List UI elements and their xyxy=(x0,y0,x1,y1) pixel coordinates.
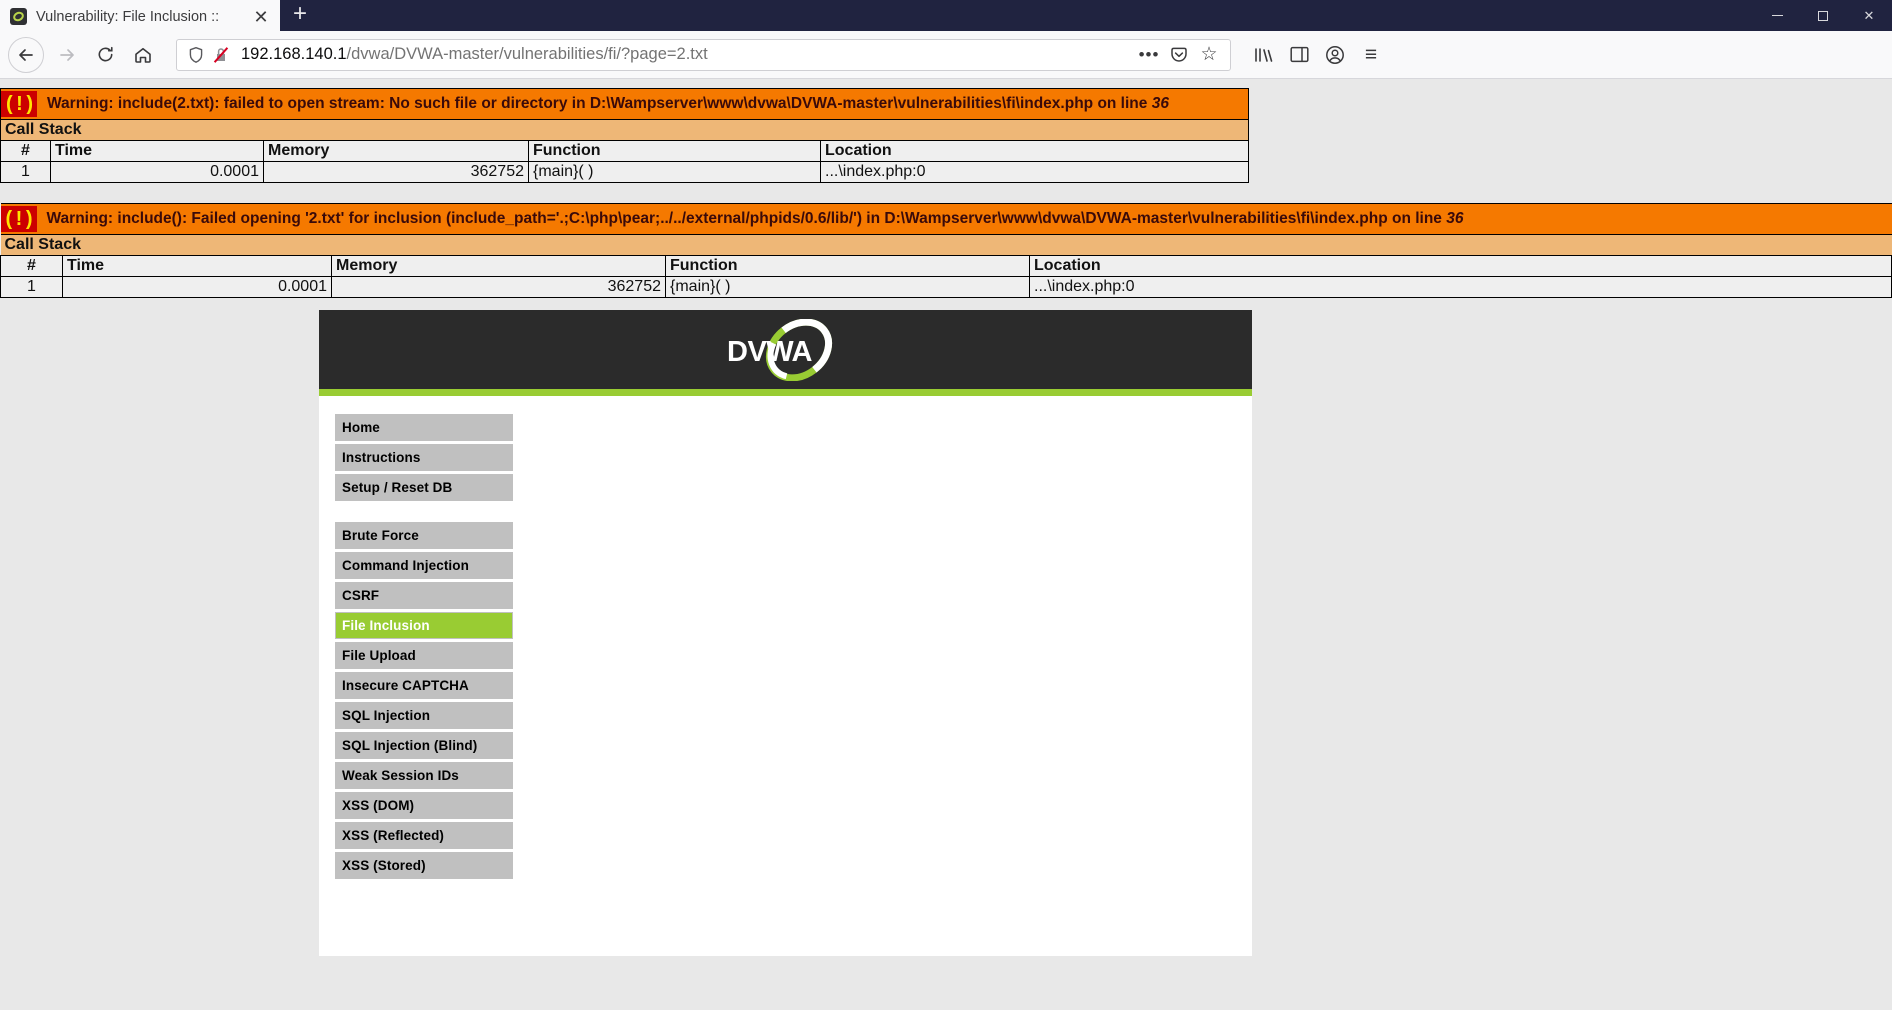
minimize-icon[interactable] xyxy=(1754,0,1800,31)
table-header-row-2: # Time Memory Function Location xyxy=(0,255,1892,277)
table-row: 1 0.0001 362752 {main}( ) ...\index.php:… xyxy=(0,161,1249,183)
tracking-protection-shield-icon[interactable] xyxy=(187,46,205,64)
sidebar-item-setup-reset-db[interactable]: Setup / Reset DB xyxy=(335,474,513,501)
warning-message-2: Warning: include(): Failed opening '2.tx… xyxy=(46,210,1447,228)
url-text[interactable]: 192.168.140.1/dvwa/DVWA-master/vulnerabi… xyxy=(241,45,1134,64)
nav-divider xyxy=(335,504,513,522)
sidebar-item-home[interactable]: Home xyxy=(335,414,513,441)
dvwa-header: DVWA xyxy=(319,310,1252,396)
warning-message-1: Warning: include(2.txt): failed to open … xyxy=(47,95,1152,113)
svg-text:DVWA: DVWA xyxy=(727,336,813,368)
table-header-row-1: # Time Memory Function Location xyxy=(0,140,1249,162)
maximize-icon[interactable] xyxy=(1800,0,1846,31)
col-location-2: Location xyxy=(1029,255,1892,277)
forward-icon xyxy=(48,36,86,74)
call-stack-label-row-1: Call Stack xyxy=(0,119,1249,141)
cell-time: 0.0001 xyxy=(62,276,332,298)
sidebar-item-file-inclusion[interactable]: File Inclusion xyxy=(335,612,513,639)
close-icon[interactable]: ✕ xyxy=(248,4,274,30)
cell-memory: 362752 xyxy=(331,276,666,298)
sidebars-icon[interactable] xyxy=(1281,37,1317,73)
sidebar-item-xss-stored[interactable]: XSS (Stored) xyxy=(335,852,513,879)
col-time-1: Time xyxy=(50,140,264,162)
col-memory-2: Memory xyxy=(331,255,666,277)
bookmark-star-icon[interactable]: ☆ xyxy=(1194,40,1224,70)
cell-function: {main}( ) xyxy=(665,276,1030,298)
cell-num: 1 xyxy=(0,161,51,183)
library-icon[interactable] xyxy=(1245,37,1281,73)
col-function-2: Function xyxy=(665,255,1030,277)
app-menu-icon[interactable]: ≡ xyxy=(1353,37,1389,73)
browser-window: Vulnerability: File Inclusion :: ✕ + ✕ 1… xyxy=(0,0,1892,1010)
cell-location: ...\index.php:0 xyxy=(1029,276,1892,298)
tab-strip: Vulnerability: File Inclusion :: ✕ + ✕ xyxy=(0,0,1892,31)
col-memory-1: Memory xyxy=(263,140,529,162)
sidebar-item-command-injection[interactable]: Command Injection xyxy=(335,552,513,579)
xdebug-warning-1: ( ! ) Warning: include(2.txt): failed to … xyxy=(0,88,1249,183)
nav-group-vulnerabilities: Brute Force Command Injection CSRF File … xyxy=(335,522,513,879)
reload-icon[interactable] xyxy=(86,36,124,74)
window-controls: ✕ xyxy=(1754,0,1892,31)
dvwa-logo-icon: DVWA xyxy=(711,318,861,381)
sidebar-item-brute-force[interactable]: Brute Force xyxy=(335,522,513,549)
table-row: 1 0.0001 362752 {main}( ) ...\index.php:… xyxy=(0,276,1892,298)
sidebar-item-sql-injection-blind[interactable]: SQL Injection (Blind) xyxy=(335,732,513,759)
call-stack-label-2: Call Stack xyxy=(0,234,1892,256)
cell-function: {main}( ) xyxy=(528,161,821,183)
tab-title: Vulnerability: File Inclusion :: xyxy=(36,8,220,25)
warning-title-row-1: ( ! ) Warning: include(2.txt): failed to … xyxy=(0,88,1249,120)
col-function-1: Function xyxy=(528,140,821,162)
sidebar-item-instructions[interactable]: Instructions xyxy=(335,444,513,471)
col-time-2: Time xyxy=(62,255,332,277)
pocket-icon[interactable] xyxy=(1164,40,1194,70)
url-host: 192.168.140.1 xyxy=(241,45,347,63)
page-content: DVWA Home Instructions Setup / Reset DB … xyxy=(0,80,1892,1010)
tab-vulnerability-file-inclusion[interactable]: Vulnerability: File Inclusion :: ✕ xyxy=(0,0,280,31)
url-path: /dvwa/DVWA-master/vulnerabilities/fi/?pa… xyxy=(346,45,708,63)
warning-bang-icon: ( ! ) xyxy=(1,91,37,117)
cell-time: 0.0001 xyxy=(50,161,264,183)
warning-title-row-2: ( ! ) Warning: include(): Failed opening … xyxy=(0,203,1892,235)
call-stack-label-row-2: Call Stack xyxy=(0,234,1892,256)
nav-group-main: Home Instructions Setup / Reset DB xyxy=(335,414,513,501)
sidebar-item-xss-reflected[interactable]: XSS (Reflected) xyxy=(335,822,513,849)
cell-location: ...\index.php:0 xyxy=(820,161,1249,183)
col-num-1: # xyxy=(0,140,51,162)
col-num-2: # xyxy=(0,255,63,277)
sidebar-item-xss-dom[interactable]: XSS (DOM) xyxy=(335,792,513,819)
dvwa-body: Home Instructions Setup / Reset DB Brute… xyxy=(319,396,1252,956)
address-bar-actions: ••• ☆ xyxy=(1134,40,1224,70)
warning-line-1: 36 xyxy=(1151,95,1169,113)
dvwa-sidebar-nav: Home Instructions Setup / Reset DB Brute… xyxy=(335,414,513,879)
broken-lock-icon[interactable] xyxy=(211,45,231,65)
warning-line-2: 36 xyxy=(1446,210,1464,228)
cell-num: 1 xyxy=(0,276,63,298)
address-bar[interactable]: 192.168.140.1/dvwa/DVWA-master/vulnerabi… xyxy=(176,38,1231,71)
new-tab-button[interactable]: + xyxy=(280,0,320,31)
warning-bang-icon: ( ! ) xyxy=(0,206,37,232)
sidebar-item-weak-session-ids[interactable]: Weak Session IDs xyxy=(335,762,513,789)
account-icon[interactable] xyxy=(1317,37,1353,73)
sidebar-item-file-upload[interactable]: File Upload xyxy=(335,642,513,669)
sidebar-item-csrf[interactable]: CSRF xyxy=(335,582,513,609)
dvwa-site: DVWA Home Instructions Setup / Reset DB … xyxy=(319,310,1252,956)
home-icon[interactable] xyxy=(124,36,162,74)
close-window-icon[interactable]: ✕ xyxy=(1846,0,1892,31)
back-icon[interactable] xyxy=(8,36,44,73)
page-actions-icon[interactable]: ••• xyxy=(1134,40,1164,70)
sidebar-item-sql-injection[interactable]: SQL Injection xyxy=(335,702,513,729)
sidebar-item-insecure-captcha[interactable]: Insecure CAPTCHA xyxy=(335,672,513,699)
dvwa-favicon-icon xyxy=(10,8,27,25)
call-stack-label-1: Call Stack xyxy=(0,119,1249,141)
cell-memory: 362752 xyxy=(263,161,529,183)
xdebug-warning-2: ( ! ) Warning: include(): Failed opening … xyxy=(0,203,1892,298)
col-location-1: Location xyxy=(820,140,1249,162)
toolbar-end-actions: ≡ xyxy=(1245,37,1389,73)
navigation-toolbar: 192.168.140.1/dvwa/DVWA-master/vulnerabi… xyxy=(0,31,1892,79)
